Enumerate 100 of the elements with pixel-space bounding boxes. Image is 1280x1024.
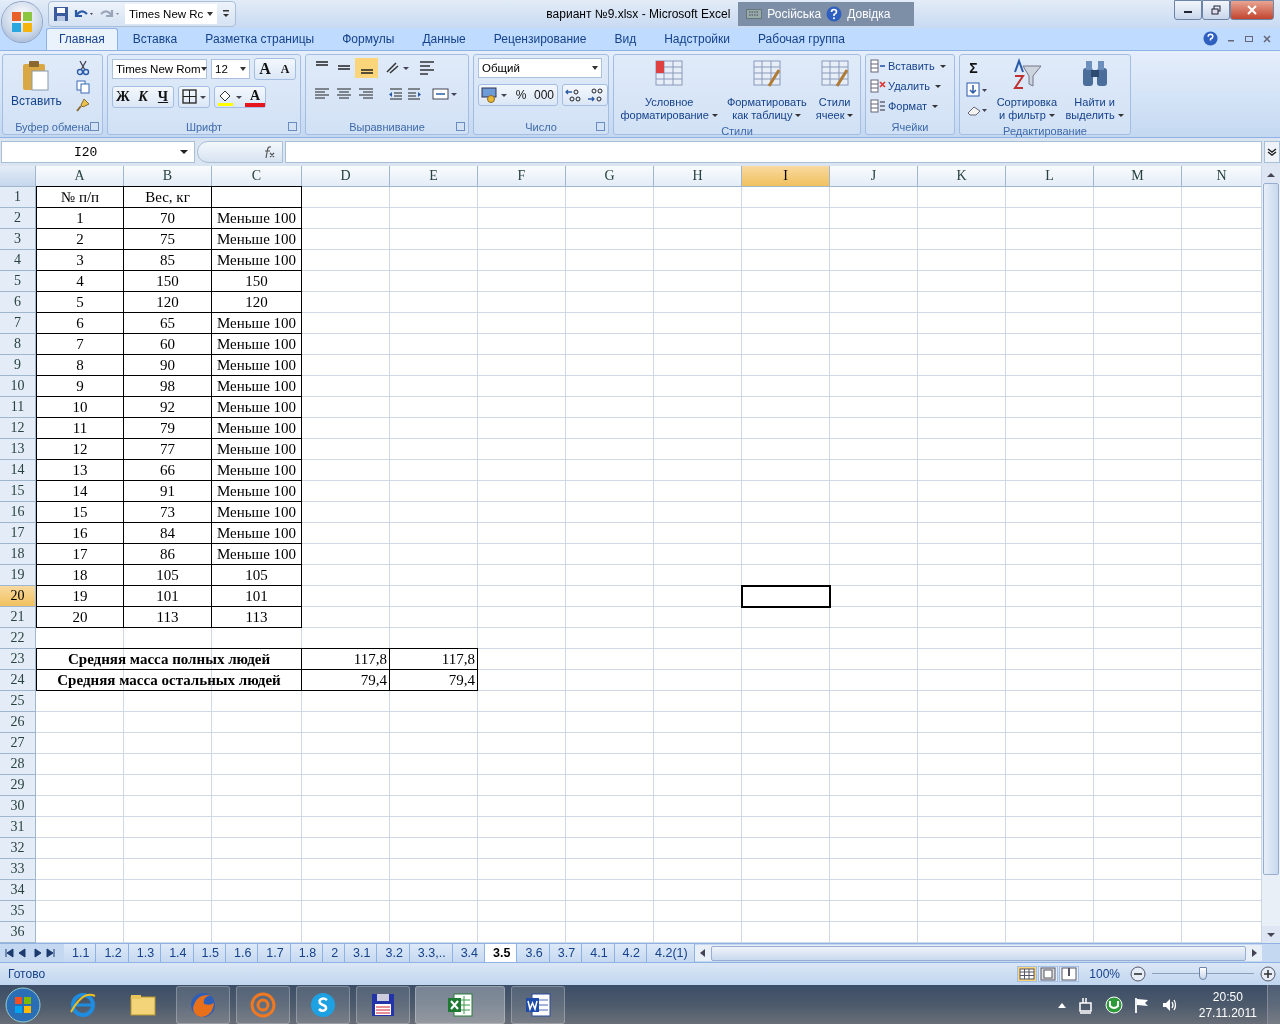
row-header[interactable]: 30 xyxy=(0,796,36,817)
ribbon-tab[interactable]: Рабочая группа xyxy=(745,28,858,50)
copy-icon[interactable] xyxy=(75,80,90,94)
ribbon-tab[interactable]: Разметка страницы xyxy=(192,28,328,50)
editing-button[interactable]: Найти и выделить xyxy=(1065,58,1124,122)
column-header[interactable]: B xyxy=(124,166,212,187)
clock-date[interactable]: 27.11.2011 xyxy=(1198,1005,1257,1021)
sheet-tab[interactable]: 4.2 xyxy=(614,944,647,962)
row-header[interactable]: 29 xyxy=(0,775,36,796)
number-format-field[interactable]: Общий xyxy=(478,58,602,78)
row-header[interactable]: 36 xyxy=(0,922,36,943)
sheet-tab[interactable]: 1.6 xyxy=(225,944,259,962)
zoom-slider[interactable] xyxy=(1152,966,1254,982)
row-header[interactable]: 15 xyxy=(0,481,36,502)
font-name-box[interactable]: Times New Rc xyxy=(125,4,218,24)
zoom-slider-thumb[interactable] xyxy=(1199,967,1207,980)
page-layout-icon[interactable] xyxy=(1038,966,1059,982)
row-header[interactable]: 12 xyxy=(0,418,36,439)
dialog-launcher-icon[interactable] xyxy=(90,122,99,131)
ribbon-tab[interactable]: Главная xyxy=(46,28,118,50)
help-icon[interactable] xyxy=(826,6,843,22)
sheet-tab[interactable]: 1.5 xyxy=(193,944,226,962)
font-color-button[interactable]: A xyxy=(245,87,265,107)
flag-icon[interactable] xyxy=(1132,996,1151,1014)
sheet-tab[interactable]: 1.7 xyxy=(258,944,291,962)
show-hidden-icons-icon[interactable] xyxy=(1056,1001,1067,1009)
row-header[interactable]: 34 xyxy=(0,880,36,901)
row-header[interactable]: 4 xyxy=(0,250,36,271)
column-header[interactable]: H xyxy=(654,166,742,187)
name-box[interactable]: I20 xyxy=(1,141,195,163)
row-header[interactable]: 2 xyxy=(0,208,36,229)
scroll-right-icon[interactable] xyxy=(1250,948,1258,958)
save-icon[interactable] xyxy=(53,6,69,22)
column-header[interactable]: A xyxy=(36,166,124,187)
sheet-tab[interactable]: 3.3,.. xyxy=(409,944,453,962)
cells-button[interactable]: Удалить xyxy=(870,79,950,93)
row-header[interactable]: 11 xyxy=(0,397,36,418)
column-header[interactable]: I xyxy=(742,166,830,187)
sheet-tab[interactable]: 1.4 xyxy=(161,944,194,962)
sheet-tab[interactable]: 4.1 xyxy=(582,944,615,962)
borders-icon[interactable] xyxy=(179,87,209,107)
expand-formula-button[interactable] xyxy=(1264,141,1280,163)
row-header[interactable]: 23 xyxy=(0,649,36,670)
taskbar-button[interactable] xyxy=(296,986,350,1024)
scroll-left-icon[interactable] xyxy=(698,948,707,958)
sheet-tab[interactable]: 3.5 xyxy=(485,944,518,962)
cells-button[interactable]: Вставить xyxy=(870,59,950,73)
styles-button[interactable]: Условное форматирование xyxy=(620,58,718,122)
row-header[interactable]: 26 xyxy=(0,712,36,733)
row-header[interactable]: 10 xyxy=(0,376,36,397)
grow-font-button[interactable]: A xyxy=(255,59,275,79)
row-header[interactable]: 1 xyxy=(0,187,36,208)
column-header[interactable]: L xyxy=(1006,166,1094,187)
scroll-up-icon[interactable] xyxy=(1267,171,1275,178)
zoom-in-icon[interactable] xyxy=(1260,966,1276,982)
close-button[interactable] xyxy=(1230,0,1274,20)
shrink-font-button[interactable]: A xyxy=(275,59,295,79)
column-header[interactable]: J xyxy=(830,166,918,187)
scroll-down-icon[interactable] xyxy=(1267,931,1275,938)
dialog-launcher-icon[interactable] xyxy=(288,122,297,131)
ribbon-tab[interactable]: Вставка xyxy=(119,28,191,50)
column-header[interactable]: F xyxy=(478,166,566,187)
taskbar-button[interactable] xyxy=(356,986,410,1024)
column-header[interactable]: N xyxy=(1182,166,1261,187)
restore-button[interactable] xyxy=(1202,0,1230,20)
column-header[interactable]: G xyxy=(566,166,654,187)
paste-button[interactable]: Вставить xyxy=(7,58,66,110)
normal-view-icon[interactable] xyxy=(1017,966,1038,982)
cells-button[interactable]: Формат xyxy=(870,99,950,113)
row-header[interactable]: 6 xyxy=(0,292,36,313)
ribbon-tab[interactable]: Рецензирование xyxy=(480,28,600,50)
minimize-button[interactable] xyxy=(1174,0,1202,20)
row-header[interactable]: 8 xyxy=(0,334,36,355)
dialog-launcher-icon[interactable] xyxy=(456,122,465,131)
column-header[interactable]: M xyxy=(1094,166,1182,187)
underline-button[interactable]: Ч xyxy=(153,87,173,107)
scrollbar-thumb[interactable] xyxy=(1263,183,1279,875)
sheet-tab[interactable]: 1.8 xyxy=(290,944,324,962)
row-header[interactable]: 28 xyxy=(0,754,36,775)
sheet-tab[interactable]: 3.6 xyxy=(517,944,550,962)
column-header[interactable]: K xyxy=(918,166,1006,187)
taskbar-button[interactable] xyxy=(415,985,505,1024)
restore-icon[interactable] xyxy=(1244,33,1254,44)
sheet-tab[interactable]: 2 xyxy=(323,944,346,962)
start-button[interactable] xyxy=(4,986,42,1024)
ribbon-tab[interactable]: Надстройки xyxy=(651,28,743,50)
row-header[interactable]: 13 xyxy=(0,439,36,460)
ribbon-tab[interactable]: Вид xyxy=(601,28,650,50)
sheet-tab[interactable]: 3.4 xyxy=(452,944,486,962)
column-header[interactable]: E xyxy=(390,166,478,187)
row-header[interactable]: 19 xyxy=(0,565,36,586)
row-header[interactable]: 17 xyxy=(0,523,36,544)
office-button[interactable] xyxy=(2,2,42,42)
row-header[interactable]: 31 xyxy=(0,817,36,838)
row-header[interactable]: 18 xyxy=(0,544,36,565)
customize-caret-icon[interactable] xyxy=(221,8,232,20)
editing-button[interactable]: Сортировка и фильтр xyxy=(996,58,1058,122)
bold-button[interactable]: Ж xyxy=(113,87,133,107)
row-header[interactable]: 9 xyxy=(0,355,36,376)
row-header[interactable]: 3 xyxy=(0,229,36,250)
